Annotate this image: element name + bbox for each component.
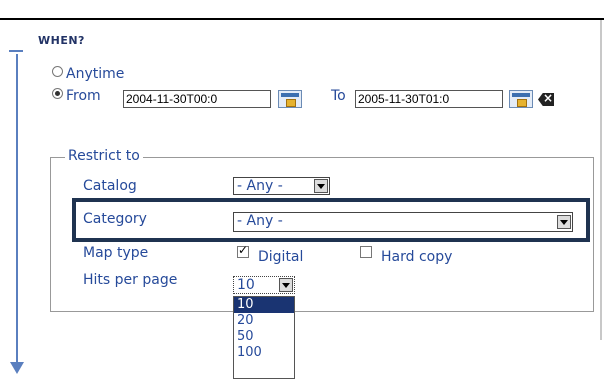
timeline-line	[16, 54, 18, 369]
hits-option[interactable]: 10	[234, 297, 294, 313]
hits-label: Hits per page	[83, 272, 178, 288]
timeline-arrow-icon	[10, 362, 24, 374]
hits-option[interactable]: 20	[234, 313, 294, 329]
hits-select-value: 10	[237, 277, 255, 293]
catalog-select[interactable]: - Any -	[233, 177, 330, 195]
maptype-label: Map type	[83, 245, 149, 261]
chevron-down-icon[interactable]	[314, 179, 328, 193]
panel-top-border	[0, 18, 604, 20]
digital-label: Digital	[258, 249, 304, 265]
digital-checkbox[interactable]	[237, 243, 249, 258]
to-calendar-icon[interactable]	[509, 90, 533, 108]
clear-dates-icon[interactable]: ×	[538, 93, 554, 106]
from-date-input[interactable]: 2004-11-30T00:0	[123, 90, 271, 108]
to-date-input[interactable]: 2005-11-30T01:0	[355, 90, 503, 108]
from-label: From	[66, 88, 101, 104]
hits-option[interactable]: 50	[234, 329, 294, 345]
hits-option[interactable]: 100	[234, 345, 294, 361]
category-highlight-box	[72, 198, 590, 242]
restrict-legend: Restrict to	[65, 148, 143, 164]
to-label: To	[331, 88, 346, 104]
chevron-down-icon[interactable]	[279, 278, 293, 292]
hardcopy-checkbox[interactable]	[360, 246, 372, 258]
anytime-label: Anytime	[66, 66, 125, 82]
panel-right-border	[600, 20, 602, 340]
from-radio[interactable]	[52, 88, 63, 99]
hits-dropdown-list: 10 20 50 100	[233, 296, 295, 379]
anytime-radio[interactable]	[52, 66, 63, 77]
hits-select[interactable]: 10	[233, 276, 295, 294]
catalog-select-value: - Any -	[237, 178, 283, 194]
hardcopy-label: Hard copy	[381, 249, 453, 265]
catalog-label: Catalog	[83, 178, 137, 194]
timeline-cap	[9, 50, 23, 52]
from-calendar-icon[interactable]	[278, 90, 302, 108]
when-heading: WHEN?	[38, 34, 85, 47]
